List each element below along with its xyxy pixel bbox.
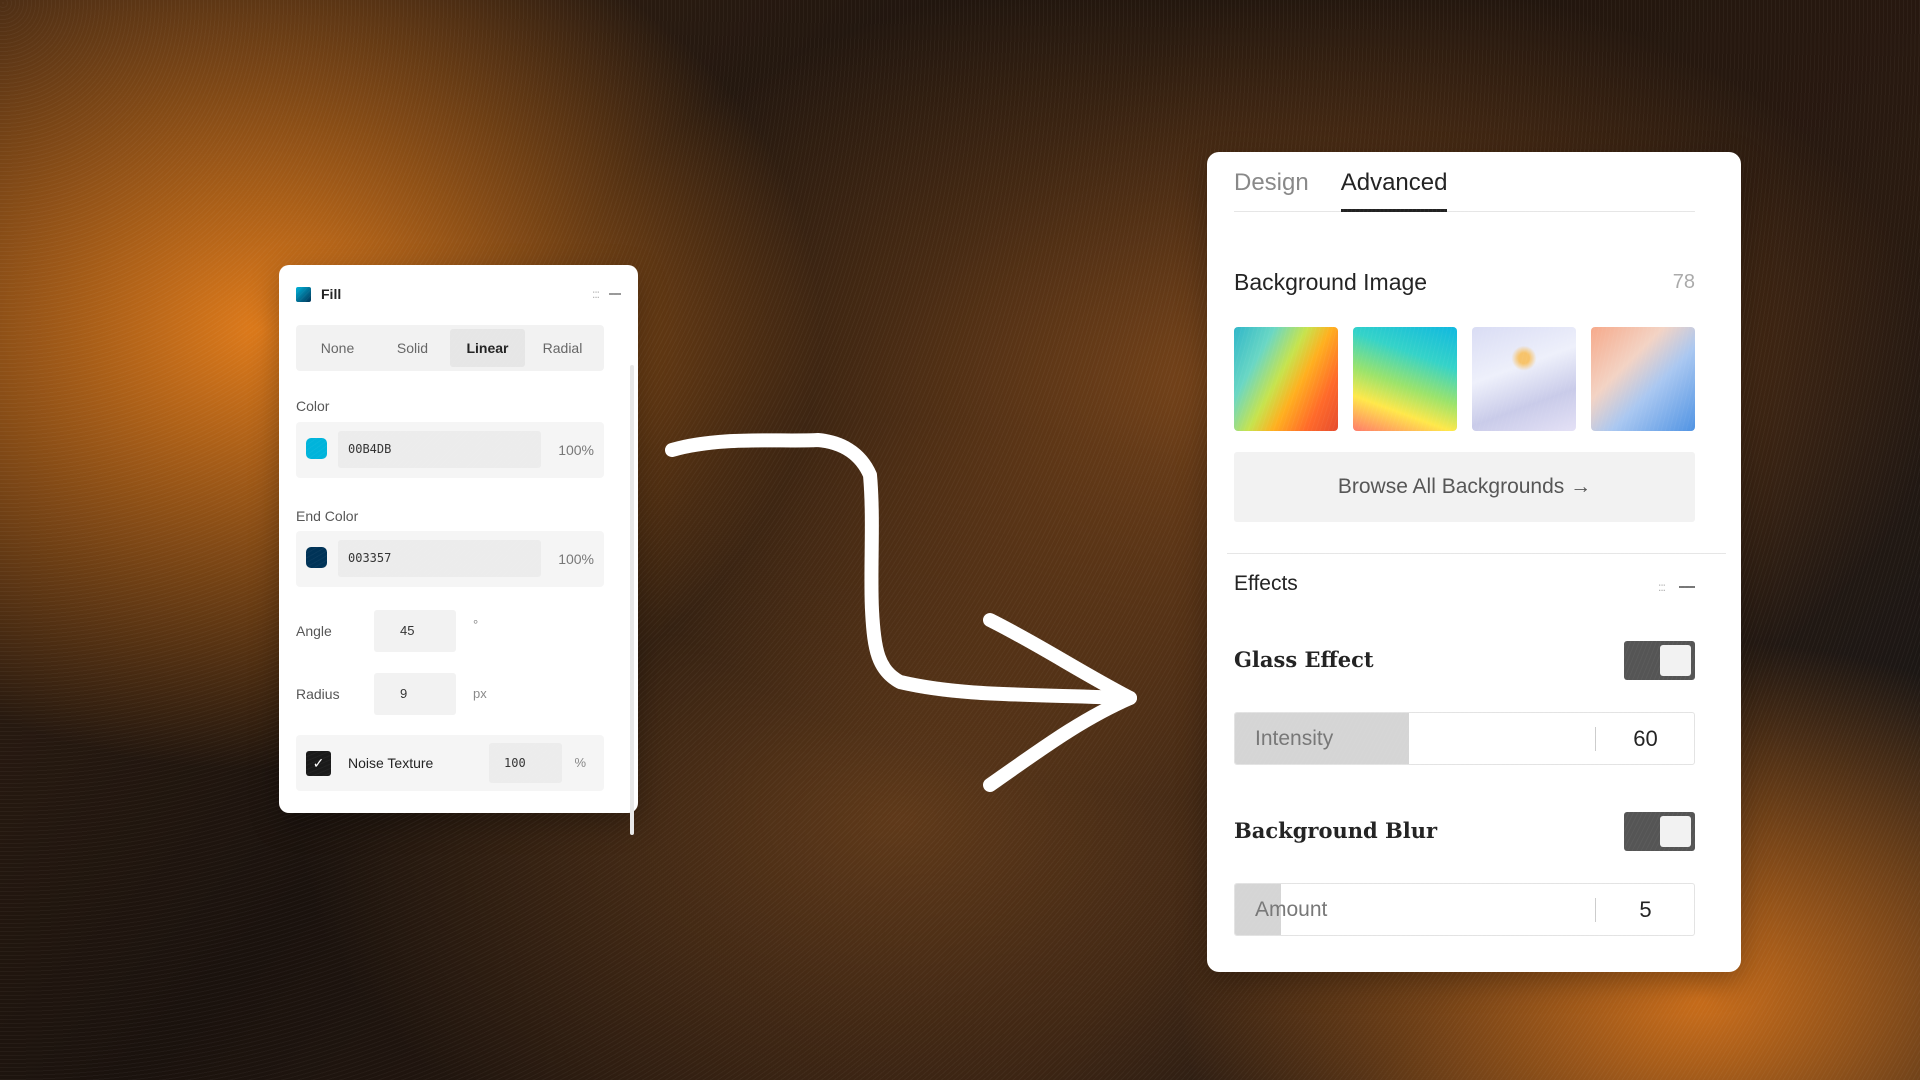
browse-backgrounds-button[interactable]: Browse All Backgrounds → (1234, 452, 1695, 522)
angle-unit: ° (473, 617, 479, 632)
background-thumbnail[interactable] (1234, 327, 1338, 431)
section-divider (1227, 553, 1726, 554)
noise-texture-unit: % (574, 755, 586, 770)
panel-tabs: Design Advanced (1234, 152, 1695, 212)
collapse-icon[interactable] (1679, 586, 1695, 588)
fill-panel: Fill ::: None Solid Linear Radial Color … (279, 265, 638, 835)
toggle-knob (1660, 645, 1691, 676)
noise-texture-row: ✓ Noise Texture 100 % (296, 735, 604, 791)
radius-unit: px (473, 686, 487, 701)
start-color-swatch[interactable] (306, 438, 327, 459)
start-color-row: 00B4DB 100% (296, 422, 604, 478)
amount-label: Amount (1255, 898, 1328, 921)
noise-texture-checkbox[interactable]: ✓ (306, 751, 331, 776)
advanced-panel: Design Advanced Background Image 78 Brow… (1207, 152, 1741, 972)
radius-label: Radius (296, 686, 340, 702)
tab-linear[interactable]: Linear (450, 329, 525, 367)
slider-separator (1595, 898, 1596, 922)
color-label: Color (296, 398, 330, 414)
start-color-opacity[interactable]: 100% (558, 422, 594, 478)
fill-panel-scrollbar[interactable] (630, 365, 634, 835)
start-color-hex-input[interactable]: 00B4DB (338, 431, 541, 468)
fill-panel-title: Fill (321, 286, 342, 302)
background-thumbnails (1234, 327, 1695, 431)
background-image-title: Background Image (1234, 269, 1428, 295)
glass-effect-toggle[interactable] (1624, 641, 1695, 680)
amount-value[interactable]: 5 (1597, 884, 1694, 935)
angle-label: Angle (296, 623, 332, 639)
hand-drawn-arrow (665, 433, 1137, 792)
glass-effect-label: Glass Effect (1234, 647, 1374, 672)
angle-row: Angle 45 ° (296, 610, 604, 652)
background-blur-label: Background Blur (1234, 818, 1438, 843)
intensity-label: Intensity (1255, 727, 1334, 750)
collapse-icon[interactable] (609, 293, 621, 295)
noise-texture-label: Noise Texture (348, 755, 434, 771)
drag-handle-icon[interactable]: ::: (592, 287, 600, 301)
slider-separator (1595, 727, 1596, 751)
end-color-label: End Color (296, 508, 359, 524)
drag-handle-icon[interactable]: ::: (1658, 580, 1666, 594)
effects-title: Effects (1234, 572, 1298, 595)
intensity-slider[interactable]: Intensity 60 (1234, 712, 1695, 765)
end-color-hex-input[interactable]: 003357 (338, 540, 541, 577)
fill-type-tabs: None Solid Linear Radial (296, 325, 604, 371)
fill-panel-header: Fill ::: (296, 283, 621, 305)
background-blur-toggle[interactable] (1624, 812, 1695, 851)
intensity-value[interactable]: 60 (1597, 713, 1694, 764)
background-thumbnail[interactable] (1591, 327, 1695, 431)
tab-solid[interactable]: Solid (375, 329, 450, 367)
angle-input[interactable]: 45 (374, 610, 456, 652)
background-count: 78 (1672, 271, 1695, 293)
radius-input[interactable]: 9 (374, 673, 456, 715)
tab-none[interactable]: None (300, 329, 375, 367)
end-color-swatch[interactable] (306, 547, 327, 568)
tab-advanced[interactable]: Advanced (1340, 169, 1447, 212)
end-color-opacity[interactable]: 100% (558, 531, 594, 587)
background-thumbnail[interactable] (1353, 327, 1457, 431)
blur-amount-slider[interactable]: Amount 5 (1234, 883, 1695, 936)
end-color-row: 003357 100% (296, 531, 604, 587)
noise-texture-input[interactable]: 100 (489, 743, 562, 783)
background-thumbnail[interactable] (1472, 327, 1576, 431)
fill-gradient-icon (296, 286, 311, 302)
tab-radial[interactable]: Radial (525, 329, 600, 367)
radius-row: Radius 9 px (296, 673, 604, 715)
toggle-knob (1660, 816, 1691, 847)
tab-design[interactable]: Design (1234, 169, 1309, 211)
